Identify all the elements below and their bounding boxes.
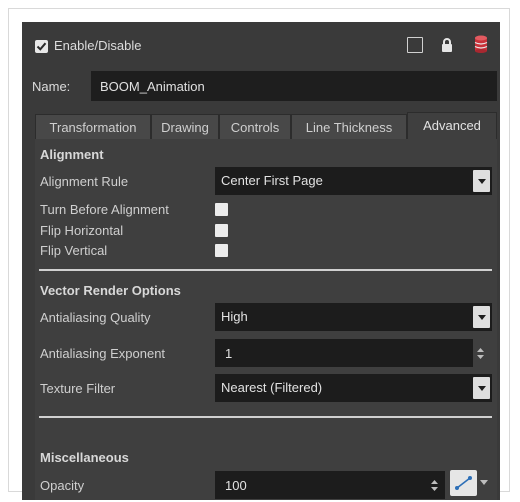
texture-filter-value: Nearest (Filtered) — [221, 380, 323, 395]
chevron-down-icon[interactable] — [473, 377, 490, 399]
antialiasing-quality-dropdown[interactable]: High — [215, 303, 492, 331]
advanced-tab-content: Alignment Alignment Rule Center First Pa… — [35, 139, 497, 500]
antialiasing-quality-label: Antialiasing Quality — [40, 310, 151, 325]
enable-disable-label: Enable/Disable — [54, 38, 142, 53]
alignment-rule-label: Alignment Rule — [40, 174, 129, 189]
tab-line-thickness[interactable]: Line Thickness — [291, 114, 407, 139]
antialiasing-quality-value: High — [221, 309, 248, 324]
spinner-arrows-icon[interactable] — [477, 348, 484, 359]
antialiasing-exponent-label: Antialiasing Exponent — [40, 346, 166, 361]
tab-transformation[interactable]: Transformation — [35, 114, 151, 139]
alignment-rule-value: Center First Page — [221, 173, 323, 188]
texture-filter-label: Texture Filter — [40, 381, 116, 396]
section-divider — [39, 416, 492, 418]
alignment-section-title: Alignment — [40, 147, 104, 162]
tab-drawing[interactable]: Drawing — [151, 114, 219, 139]
layer-properties-panel: Enable/Disable Name: BOOM_Animation Tran… — [22, 22, 500, 500]
name-field[interactable]: BOOM_Animation — [91, 71, 497, 101]
texture-filter-dropdown[interactable]: Nearest (Filtered) — [215, 374, 492, 402]
flip-vertical-checkbox[interactable] — [215, 244, 228, 257]
opacity-field[interactable]: 100 — [215, 471, 445, 499]
tab-controls[interactable]: Controls — [219, 114, 291, 139]
view-toggle-box-icon[interactable] — [407, 37, 423, 53]
lock-icon[interactable] — [441, 37, 453, 53]
function-curve-icon — [455, 476, 472, 490]
alignment-rule-dropdown[interactable]: Center First Page — [215, 167, 492, 195]
chevron-down-icon[interactable] — [473, 306, 490, 328]
antialiasing-exponent-field[interactable]: 1 — [215, 339, 473, 367]
flip-horizontal-label: Flip Horizontal — [40, 223, 124, 238]
miscellaneous-title: Miscellaneous — [40, 450, 129, 465]
turn-before-alignment-checkbox[interactable] — [215, 203, 228, 216]
database-icon[interactable] — [474, 35, 488, 53]
turn-before-alignment-label: Turn Before Alignment — [40, 202, 169, 217]
opacity-label: Opacity — [40, 478, 85, 493]
tab-advanced[interactable]: Advanced — [407, 112, 497, 140]
vector-render-options-title: Vector Render Options — [40, 283, 181, 298]
checkmark-icon — [36, 42, 47, 51]
flip-horizontal-checkbox[interactable] — [215, 224, 228, 237]
spinner-arrows-icon[interactable] — [431, 480, 438, 491]
name-label: Name: — [32, 79, 71, 94]
chevron-down-icon[interactable] — [480, 480, 488, 485]
enable-disable-checkbox[interactable] — [35, 40, 48, 53]
section-divider — [39, 269, 492, 271]
function-curve-button[interactable] — [450, 470, 477, 496]
chevron-down-icon[interactable] — [473, 170, 490, 192]
flip-vertical-label: Flip Vertical — [40, 243, 108, 258]
